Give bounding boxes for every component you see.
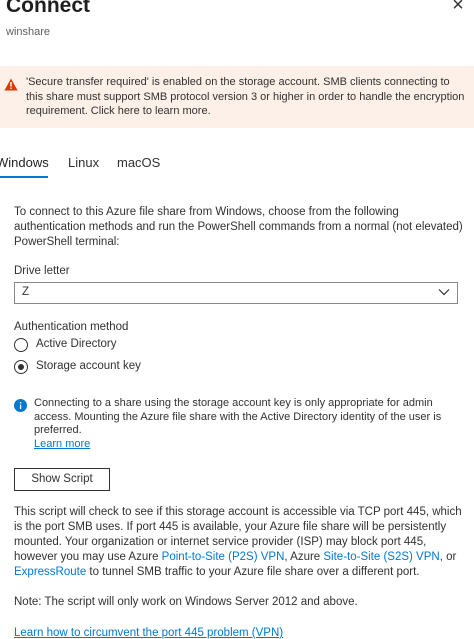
script-text-part: , or	[439, 551, 457, 563]
drive-letter-label: Drive letter	[14, 265, 70, 277]
auth-method-label: Authentication method	[14, 321, 129, 333]
info-text: Connecting to a share using the storage …	[34, 397, 460, 451]
intro-text: To connect to this Azure file share from…	[14, 206, 463, 248]
show-script-button[interactable]: Show Script	[14, 468, 110, 491]
tab-windows[interactable]: Windows	[0, 155, 49, 170]
info-icon	[14, 399, 27, 412]
selected-tab-indicator	[0, 176, 48, 178]
learn-more-link[interactable]: Learn more	[34, 438, 90, 450]
warning-icon	[4, 78, 18, 91]
tab-linux[interactable]: Linux	[68, 155, 99, 170]
secure-transfer-warning[interactable]: 'Secure transfer required' is enabled on…	[0, 66, 474, 128]
drive-letter-dropdown[interactable]: Z	[14, 282, 458, 304]
radio-circle	[14, 338, 28, 352]
drive-letter-value: Z	[22, 286, 30, 298]
radio-dot	[18, 364, 24, 370]
page-title: Connect	[6, 0, 90, 17]
os-tabs: Windows Linux macOS	[0, 152, 474, 180]
tab-macos[interactable]: macOS	[117, 155, 160, 170]
page-subtitle: winshare	[6, 26, 51, 38]
script-note: Note: The script will only work on Windo…	[14, 596, 358, 608]
info-body: Connecting to a share using the storage …	[34, 397, 442, 436]
radio-circle-selected	[14, 360, 28, 374]
script-description: This script will check to see if this st…	[14, 505, 464, 580]
s2s-vpn-link[interactable]: Site-to-Site (S2S) VPN	[323, 551, 439, 563]
expressroute-link[interactable]: ExpressRoute	[14, 566, 86, 578]
close-icon[interactable]: ×	[449, 0, 467, 15]
chevron-down-icon	[438, 289, 450, 296]
warning-text: 'Secure transfer required' is enabled on…	[26, 76, 465, 117]
script-text-part: to tunnel SMB traffic to your Azure file…	[86, 566, 420, 578]
script-text-part: , Azure	[284, 551, 324, 563]
p2s-vpn-link[interactable]: Point-to-Site (P2S) VPN	[162, 551, 285, 563]
radio-label: Active Directory	[36, 338, 117, 350]
radio-label: Storage account key	[36, 360, 141, 372]
port-445-help-link[interactable]: Learn how to circumvent the port 445 pro…	[14, 627, 283, 639]
